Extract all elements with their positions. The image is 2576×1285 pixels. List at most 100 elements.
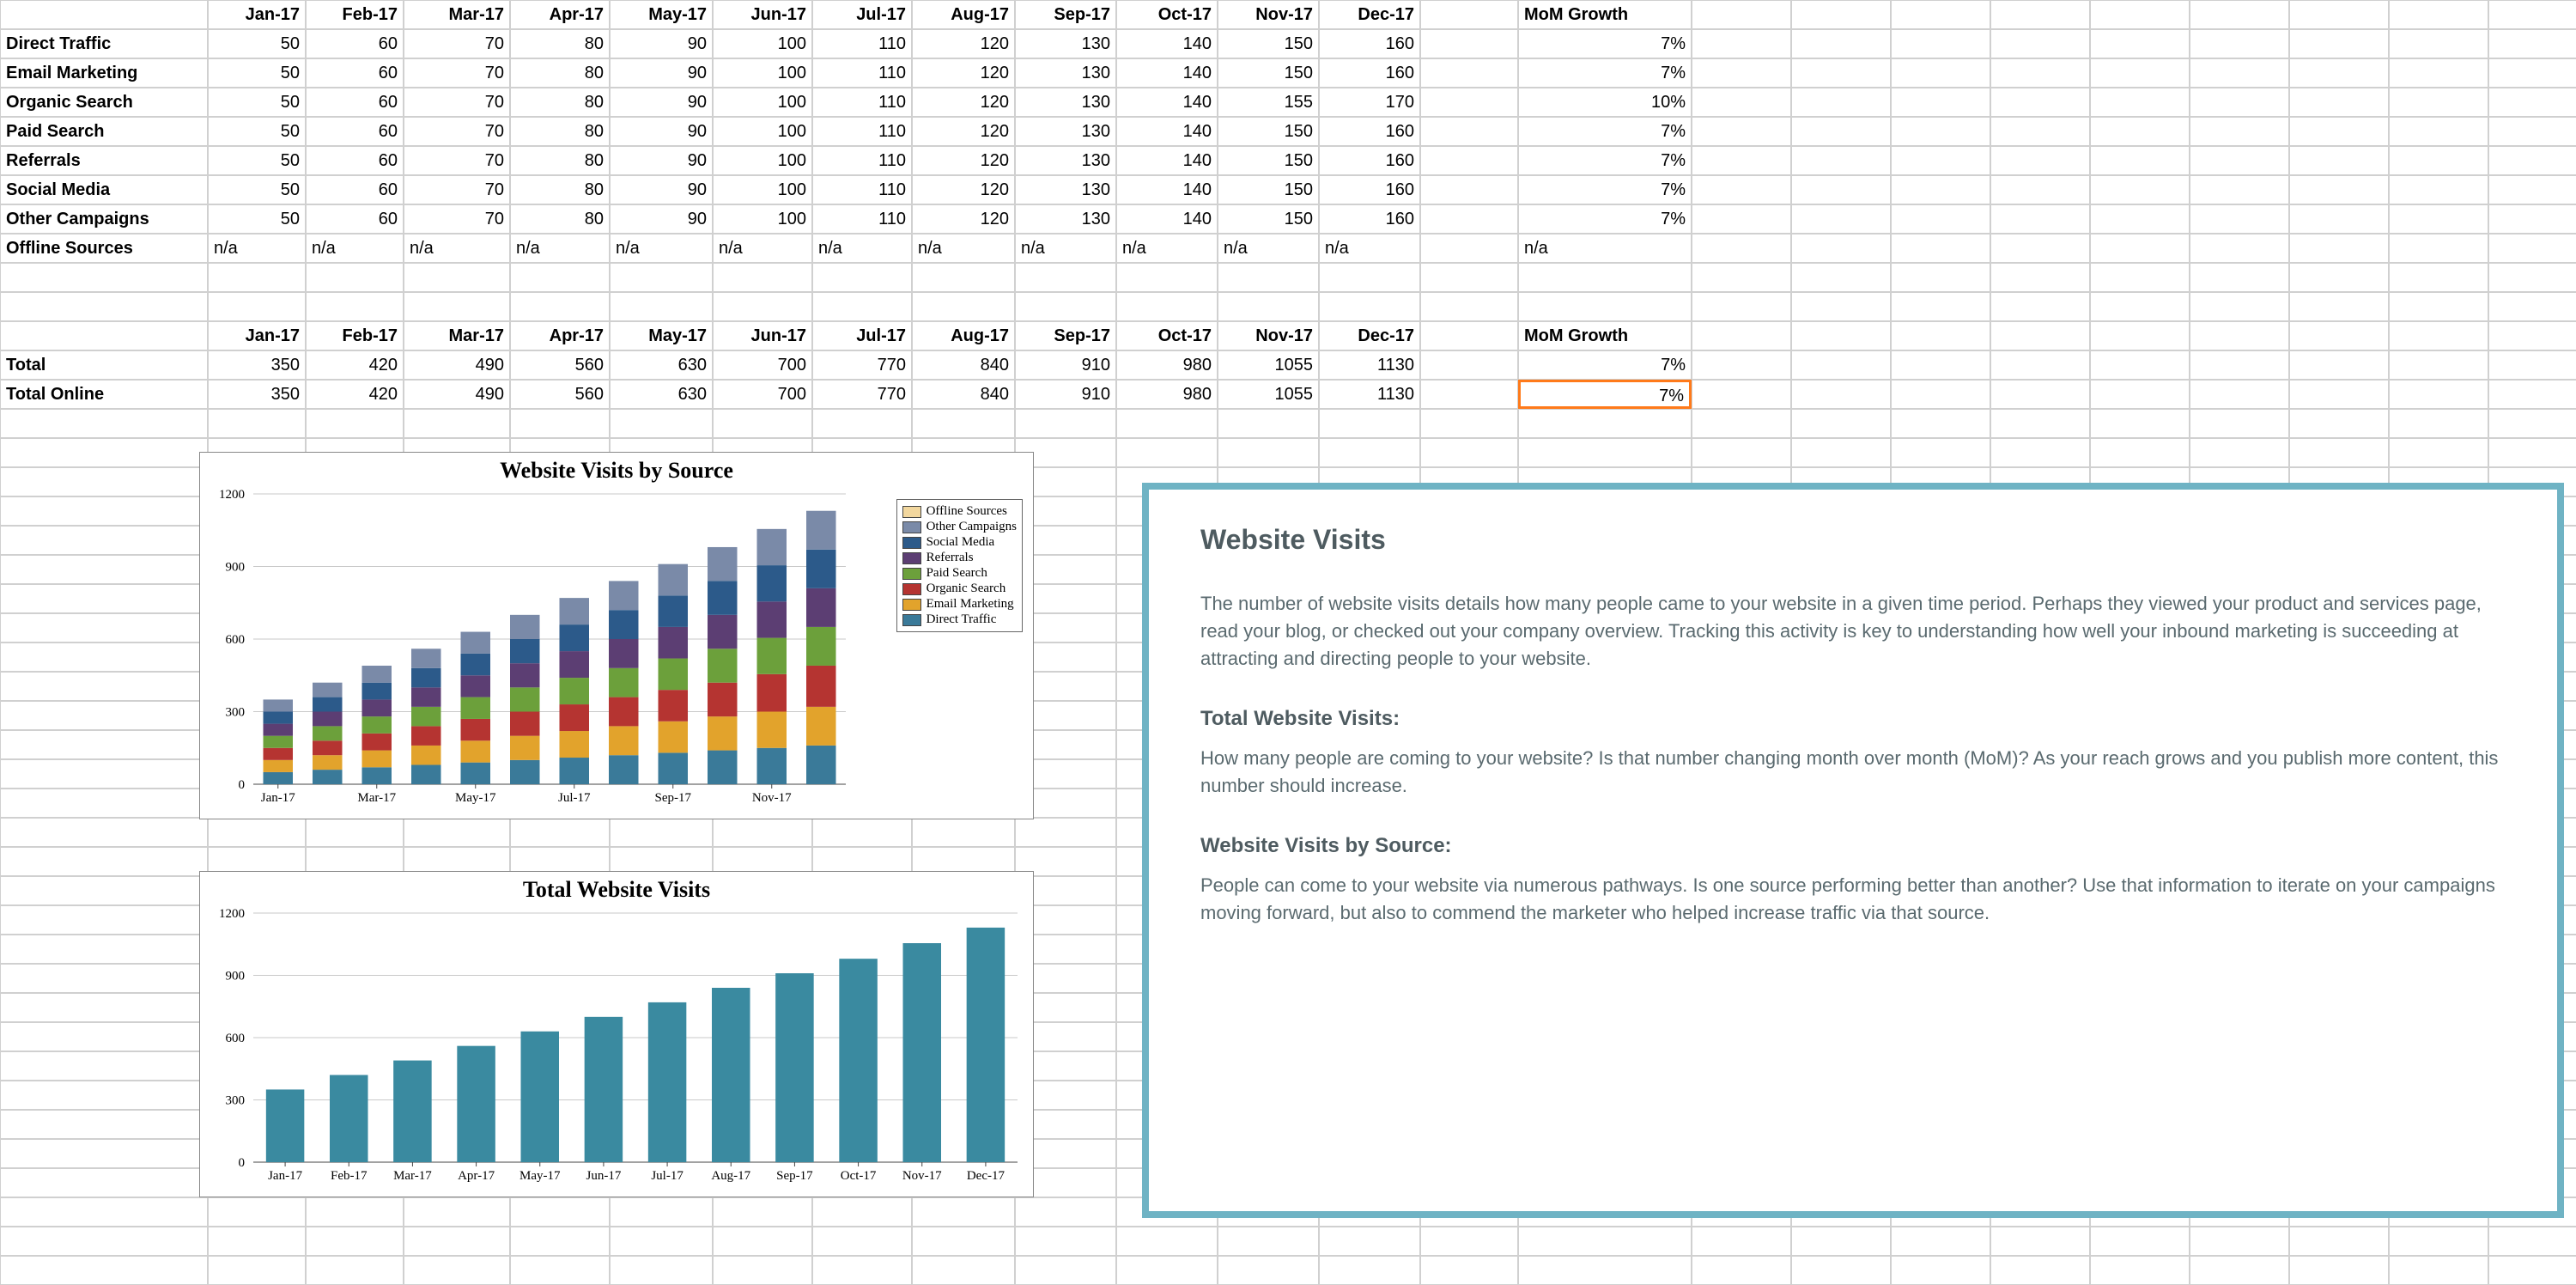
cell-empty[interactable] [2488, 1227, 2576, 1256]
cell-value[interactable]: 70 [404, 117, 510, 146]
cell-empty[interactable] [1319, 263, 1420, 292]
header-month[interactable]: Nov-17 [1218, 0, 1319, 29]
cell-empty[interactable] [1891, 29, 1990, 58]
cell-empty[interactable] [1990, 321, 2090, 350]
cell-empty[interactable] [510, 1256, 610, 1285]
cell-value[interactable]: 130 [1015, 146, 1116, 175]
cell-value[interactable]: 130 [1015, 29, 1116, 58]
cell-empty[interactable] [1791, 175, 1891, 204]
cell-empty[interactable] [2488, 29, 2576, 58]
cell-value[interactable]: 100 [713, 29, 812, 58]
cell-value[interactable]: 60 [306, 58, 404, 88]
cell-empty[interactable] [0, 292, 208, 321]
cell-empty[interactable] [2190, 175, 2289, 204]
cell-value[interactable]: 910 [1015, 350, 1116, 380]
cell-empty[interactable] [2488, 58, 2576, 88]
cell-empty[interactable] [1791, 409, 1891, 438]
cell-empty[interactable] [2389, 234, 2488, 263]
cell-empty[interactable] [2488, 234, 2576, 263]
cell-empty[interactable] [1791, 1227, 1891, 1256]
cell-empty[interactable] [208, 1256, 306, 1285]
cell-empty[interactable] [610, 1256, 713, 1285]
cell-empty[interactable] [1990, 29, 2090, 58]
cell-value[interactable]: 120 [912, 88, 1015, 117]
cell-value[interactable]: 70 [404, 88, 510, 117]
cell-empty[interactable] [1692, 0, 1791, 29]
cell-value[interactable]: 350 [208, 380, 306, 409]
cell-empty[interactable] [713, 263, 812, 292]
cell-value[interactable]: 90 [610, 29, 713, 58]
cell-value[interactable]: 130 [1015, 58, 1116, 88]
cell-value[interactable]: 490 [404, 350, 510, 380]
cell-empty[interactable] [0, 1227, 208, 1256]
cell-empty[interactable] [1015, 409, 1116, 438]
cell-empty[interactable] [0, 526, 208, 555]
cell-empty[interactable] [0, 1110, 208, 1139]
cell-empty[interactable] [2289, 1227, 2389, 1256]
cell-value[interactable]: 90 [610, 58, 713, 88]
cell-value[interactable]: 560 [510, 350, 610, 380]
cell-empty[interactable] [2090, 380, 2190, 409]
header-mom[interactable]: MoM Growth [1518, 321, 1692, 350]
cell-value[interactable]: 160 [1319, 175, 1420, 204]
cell-empty[interactable] [713, 1197, 812, 1227]
row-label[interactable]: Total Online [0, 380, 208, 409]
cell-empty[interactable] [0, 701, 208, 730]
cell-blank[interactable] [1420, 58, 1518, 88]
header-mom[interactable]: MoM Growth [1518, 0, 1692, 29]
header-month[interactable]: Sep-17 [1015, 321, 1116, 350]
cell-empty[interactable] [812, 1256, 912, 1285]
cell-value[interactable]: 120 [912, 175, 1015, 204]
cell-empty[interactable] [2389, 350, 2488, 380]
cell-empty[interactable] [2090, 321, 2190, 350]
cell-value[interactable]: 490 [404, 380, 510, 409]
cell-empty[interactable] [0, 467, 208, 496]
cell-value[interactable]: 110 [812, 58, 912, 88]
cell-empty[interactable] [2389, 380, 2488, 409]
cell-empty[interactable] [2389, 1256, 2488, 1285]
cell-empty[interactable] [1990, 438, 2090, 467]
cell-empty[interactable] [1319, 409, 1420, 438]
cell-empty[interactable] [812, 818, 912, 847]
cell-empty[interactable] [2488, 263, 2576, 292]
cell-value[interactable]: 50 [208, 29, 306, 58]
cell-empty[interactable] [0, 1197, 208, 1227]
header-month[interactable]: Apr-17 [510, 0, 610, 29]
cell-value[interactable]: 1055 [1218, 350, 1319, 380]
cell-empty[interactable] [1791, 263, 1891, 292]
cell-empty[interactable] [1791, 29, 1891, 58]
cell-empty[interactable] [2190, 29, 2289, 58]
cell-empty[interactable] [1518, 1256, 1692, 1285]
cell-empty[interactable] [2190, 117, 2289, 146]
header-month[interactable]: Jan-17 [208, 321, 306, 350]
header-month[interactable]: May-17 [610, 321, 713, 350]
cell-empty[interactable] [812, 292, 912, 321]
cell-value[interactable]: 140 [1116, 117, 1218, 146]
cell-empty[interactable] [1990, 409, 2090, 438]
cell-empty[interactable] [0, 847, 208, 876]
cell-empty[interactable] [1692, 350, 1791, 380]
cell-empty[interactable] [1791, 438, 1891, 467]
cell-empty[interactable] [2289, 292, 2389, 321]
cell-empty[interactable] [2090, 29, 2190, 58]
cell-empty[interactable] [1116, 1227, 1218, 1256]
cell-empty[interactable] [2488, 146, 2576, 175]
cell-empty[interactable] [1891, 117, 1990, 146]
cell-empty[interactable] [2488, 88, 2576, 117]
cell-empty[interactable] [1791, 117, 1891, 146]
cell-empty[interactable] [0, 1256, 208, 1285]
cell-empty[interactable] [1990, 350, 2090, 380]
cell-value-na[interactable]: n/a [1116, 234, 1218, 263]
cell-value[interactable]: 130 [1015, 117, 1116, 146]
cell-empty[interactable] [1692, 438, 1791, 467]
cell-empty[interactable] [0, 496, 208, 526]
cell-empty[interactable] [1891, 146, 1990, 175]
cell-empty[interactable] [610, 263, 713, 292]
cell-empty[interactable] [1116, 409, 1218, 438]
cell-value[interactable]: 90 [610, 117, 713, 146]
cell-value[interactable]: 150 [1218, 146, 1319, 175]
cell-empty[interactable] [2090, 350, 2190, 380]
cell-empty[interactable] [2190, 292, 2289, 321]
cell-empty[interactable] [1990, 1256, 2090, 1285]
cell-value[interactable]: 170 [1319, 88, 1420, 117]
